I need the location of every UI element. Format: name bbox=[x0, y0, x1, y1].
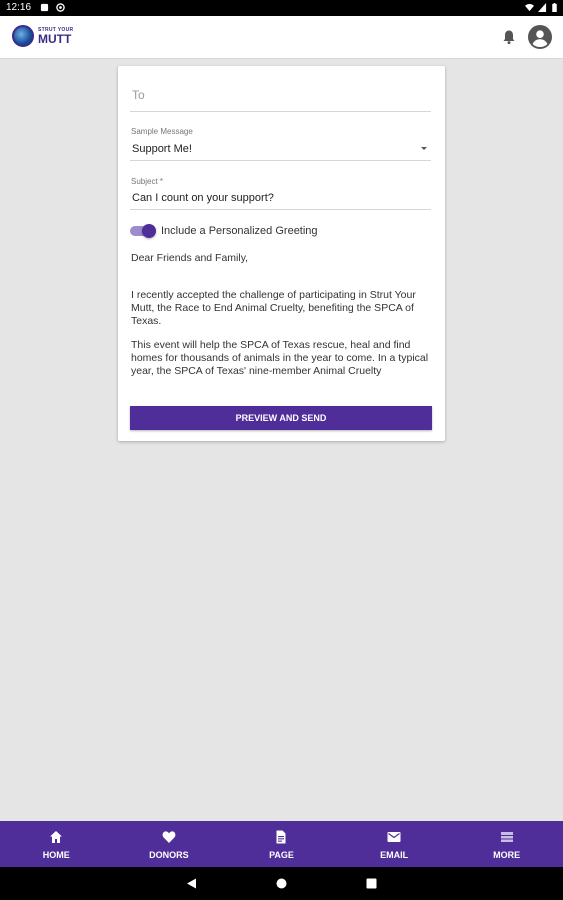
battery-icon bbox=[552, 3, 557, 12]
toggle-knob bbox=[142, 224, 156, 238]
system-nav-bar bbox=[0, 867, 563, 900]
page-icon bbox=[276, 830, 286, 844]
home-icon bbox=[50, 831, 63, 843]
recents-icon[interactable] bbox=[366, 878, 377, 889]
message-paragraph: I recently accepted the challenge of par… bbox=[131, 289, 416, 327]
email-compose-card: To Sample Message Support Me! Subject * … bbox=[118, 66, 445, 441]
at-icon bbox=[56, 3, 65, 12]
nav-donors-label: DONORS bbox=[149, 850, 189, 860]
bell-icon[interactable] bbox=[502, 29, 516, 45]
nav-donors[interactable]: DONORS bbox=[113, 821, 226, 867]
message-body[interactable]: Dear Friends and Family, I recently acce… bbox=[131, 252, 433, 381]
nav-email-label: EMAIL bbox=[380, 850, 409, 860]
email-icon bbox=[387, 832, 401, 842]
signal-icon bbox=[538, 3, 547, 12]
heart-icon bbox=[162, 831, 176, 843]
nav-more-label: MORE bbox=[493, 850, 521, 860]
subject-value: Can I count on your support? bbox=[132, 192, 274, 204]
subject-field[interactable]: Subject * Can I count on your support? bbox=[130, 176, 431, 210]
bottom-nav: HOME DONORS PAGE EMAIL MORE bbox=[0, 821, 563, 867]
subject-label: Subject * bbox=[131, 177, 164, 186]
status-bar: 12:16 bbox=[0, 0, 563, 16]
app-bar: STRUT YOUR MUTT bbox=[0, 16, 563, 59]
greeting-toggle-label: Include a Personalized Greeting bbox=[161, 225, 318, 237]
nav-email[interactable]: EMAIL bbox=[338, 821, 451, 867]
to-field[interactable]: To bbox=[130, 76, 431, 112]
account-avatar-icon[interactable] bbox=[528, 25, 552, 49]
message-paragraph: This event will help the SPCA of Texas r… bbox=[131, 339, 429, 377]
dropdown-arrow-icon bbox=[421, 147, 427, 150]
sample-message-label: Sample Message bbox=[131, 127, 193, 136]
wifi-icon bbox=[525, 3, 534, 12]
nav-page-label: PAGE bbox=[269, 850, 294, 860]
sample-message-value: Support Me! bbox=[132, 143, 192, 155]
message-paragraph: Dear Friends and Family, bbox=[131, 252, 249, 264]
nav-home-label: HOME bbox=[42, 850, 70, 860]
greeting-toggle[interactable] bbox=[130, 224, 156, 238]
nav-page[interactable]: PAGE bbox=[225, 821, 338, 867]
strut-your-mutt-logo[interactable]: STRUT YOUR MUTT bbox=[12, 25, 73, 47]
to-placeholder: To bbox=[132, 88, 145, 102]
notification-icon bbox=[40, 3, 49, 12]
logo-big-text: MUTT bbox=[38, 31, 72, 46]
sample-message-select[interactable]: Sample Message Support Me! bbox=[130, 124, 431, 161]
status-time: 12:16 bbox=[6, 2, 32, 13]
nav-more[interactable]: MORE bbox=[450, 821, 563, 867]
nav-home[interactable]: HOME bbox=[0, 821, 113, 867]
home-circle-icon[interactable] bbox=[276, 878, 287, 889]
preview-and-send-button[interactable]: PREVIEW AND SEND bbox=[130, 406, 432, 430]
menu-icon bbox=[500, 832, 513, 842]
back-icon[interactable] bbox=[186, 878, 197, 889]
logo-globe-icon bbox=[12, 25, 34, 47]
